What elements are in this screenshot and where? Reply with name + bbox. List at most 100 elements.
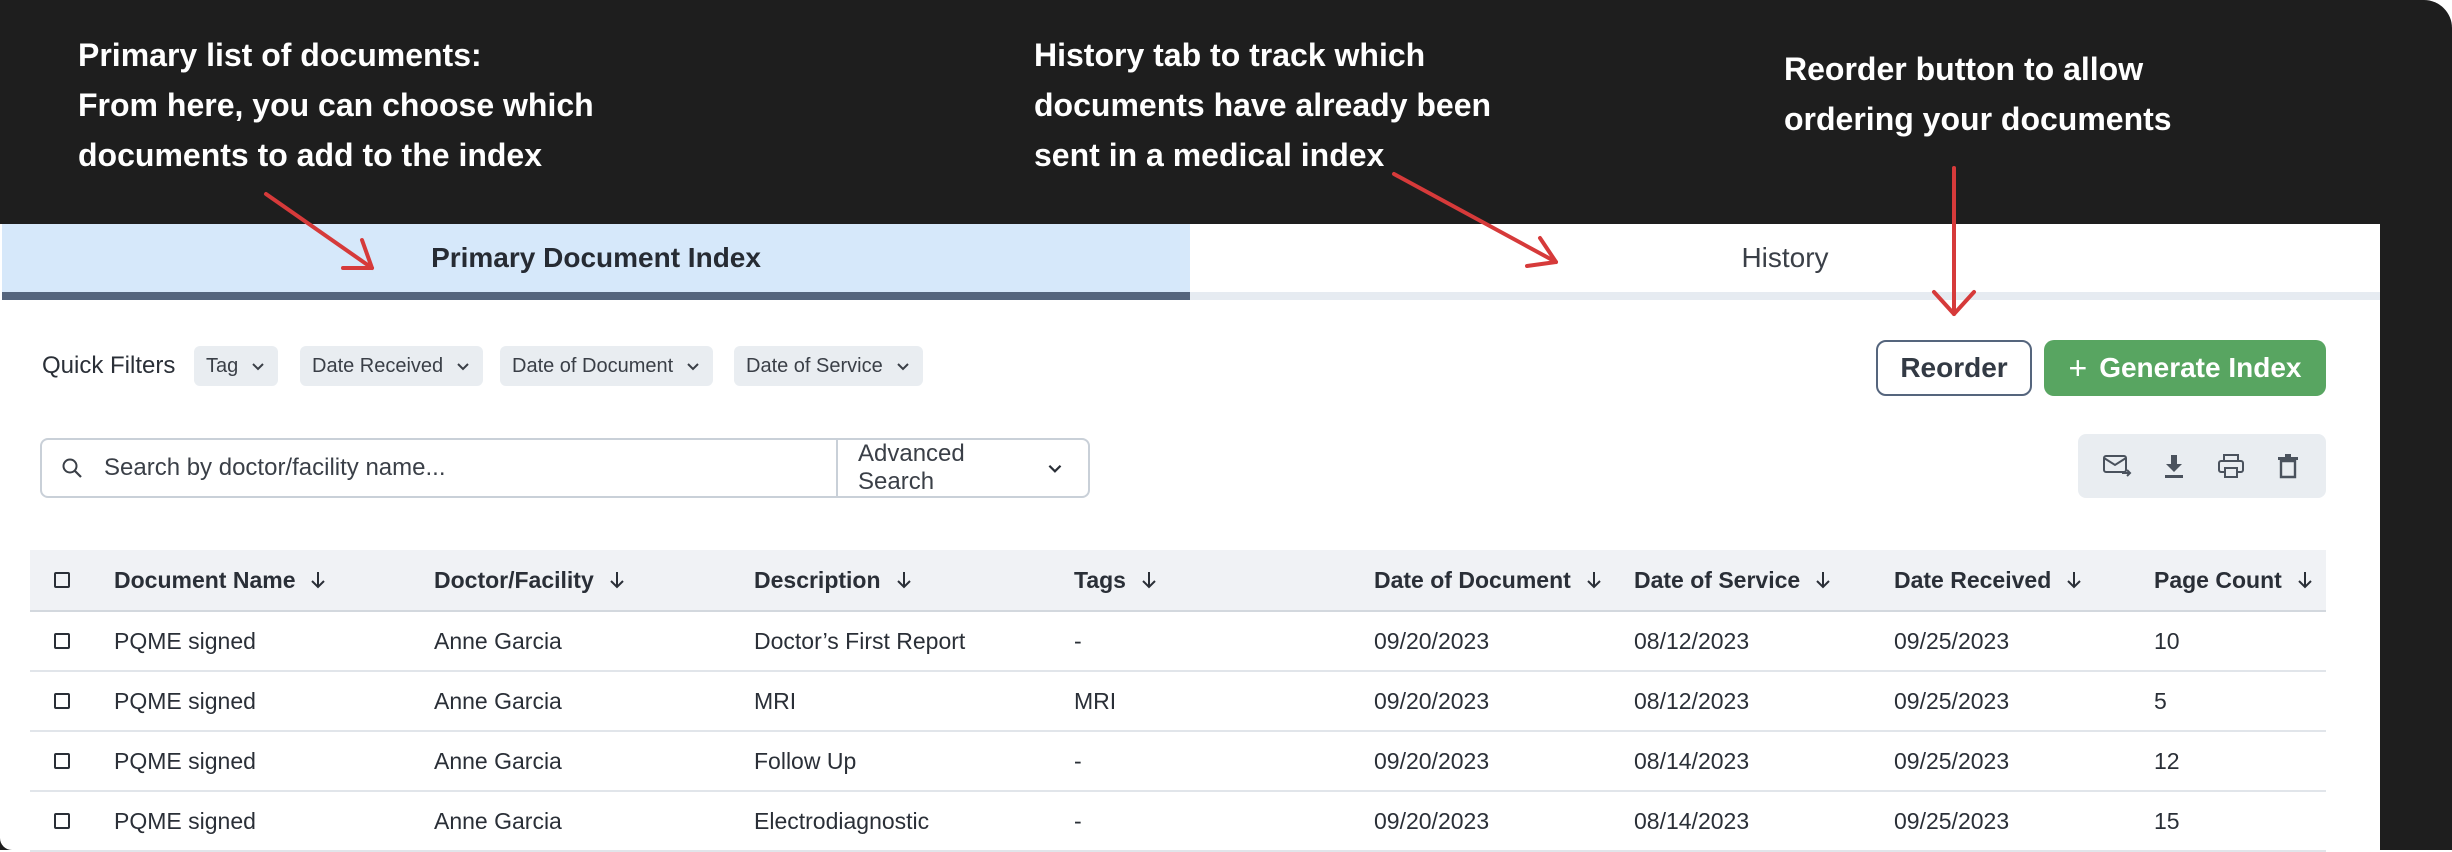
column-header-date-of-document[interactable]: Date of Document	[1374, 567, 1603, 594]
cell-date-of-document: 09/20/2023	[1374, 627, 1490, 654]
reorder-button-label: Reorder	[1900, 352, 2008, 383]
cell-description: Follow Up	[754, 747, 857, 774]
quick-filters-label: Quick Filters	[42, 352, 176, 379]
cell-tags: -	[1074, 747, 1082, 774]
chevron-down-icon	[457, 363, 469, 371]
tab-history-label: History	[1741, 242, 1829, 273]
cell-doctor-facility: Anne Garcia	[434, 747, 562, 774]
sort-arrow-icon	[311, 572, 326, 589]
annotation-primary-line-3: documents to add to the index	[78, 137, 543, 173]
cell-document-name: PQME signed	[114, 807, 256, 834]
cell-document-name: PQME signed	[114, 627, 256, 654]
cell-date-received: 09/25/2023	[1894, 627, 2010, 654]
email-forward-icon[interactable]	[2097, 446, 2137, 486]
annotation-history-line-1: History tab to track which	[1034, 37, 1426, 73]
sort-arrow-icon	[2067, 572, 2081, 589]
generate-index-button[interactable]: + Generate Index	[2044, 340, 2326, 396]
cell-document-name: PQME signed	[114, 747, 256, 774]
row-checkbox[interactable]	[54, 813, 70, 829]
select-all-checkbox[interactable]	[54, 572, 70, 588]
column-header-label: Page Count	[2154, 566, 2282, 593]
chevron-down-icon	[687, 363, 699, 371]
cell-date-received: 09/25/2023	[1894, 747, 2010, 774]
cell-date-of-service: 08/14/2023	[1634, 807, 1750, 834]
filter-chip-date-received[interactable]: Date Received	[300, 346, 484, 386]
search-icon	[42, 457, 102, 479]
table-row[interactable]: PQME signed Anne Garcia Follow Up - 09/2…	[30, 732, 2326, 792]
cell-page-count: 5	[2154, 687, 2167, 714]
cell-date-of-service: 08/12/2023	[1634, 687, 1750, 714]
annotation-primary: Primary list of documents: From here, yo…	[78, 30, 594, 180]
chevron-down-icon	[252, 363, 264, 371]
tab-primary-label: Primary Document Index	[431, 242, 761, 273]
row-checkbox[interactable]	[54, 753, 70, 769]
filter-chip-date-of-document[interactable]: Date of Document	[500, 346, 714, 386]
delete-icon[interactable]	[2268, 446, 2308, 486]
cell-date-of-service: 08/12/2023	[1634, 627, 1750, 654]
annotation-history: History tab to track which documents hav…	[1034, 30, 1491, 180]
column-header-doctor-facility[interactable]: Doctor/Facility	[434, 567, 626, 594]
chevron-down-icon	[897, 363, 909, 371]
sort-arrow-icon	[610, 572, 624, 589]
cell-page-count: 12	[2154, 747, 2180, 774]
table-row[interactable]: PQME signed Anne Garcia Electrodiagnosti…	[30, 792, 2326, 852]
column-header-description[interactable]: Description	[754, 567, 913, 594]
cell-doctor-facility: Anne Garcia	[434, 627, 562, 654]
tab-history[interactable]: History	[1190, 224, 2380, 300]
table-row[interactable]: PQME signed Anne Garcia MRI MRI 09/20/20…	[30, 672, 2326, 732]
cell-tags: MRI	[1074, 687, 1117, 714]
cell-doctor-facility: Anne Garcia	[434, 687, 562, 714]
chevron-down-icon	[1048, 464, 1062, 473]
filter-chip-date-of-service[interactable]: Date of Service	[734, 346, 923, 386]
table-row[interactable]: PQME signed Anne Garcia Doctor’s First R…	[30, 612, 2326, 672]
filter-chip-tag[interactable]: Tag	[194, 346, 279, 386]
cell-date-of-document: 09/20/2023	[1374, 687, 1490, 714]
cell-tags: -	[1074, 807, 1082, 834]
column-header-label: Document Name	[114, 566, 296, 593]
annotation-reorder: Reorder button to allow ordering your do…	[1784, 44, 2172, 144]
cell-page-count: 15	[2154, 807, 2180, 834]
annotation-primary-line-1: Primary list of documents:	[78, 37, 482, 73]
column-header-date-of-service[interactable]: Date of Service	[1634, 567, 1832, 594]
cell-date-received: 09/25/2023	[1894, 807, 2010, 834]
generate-index-label: Generate Index	[2099, 352, 2302, 383]
column-header-label: Doctor/Facility	[434, 566, 594, 593]
annotation-reorder-line-2: ordering your documents	[1784, 101, 2172, 137]
document-index-panel: Primary Document Index History Quick Fil…	[0, 224, 2380, 852]
download-icon[interactable]	[2154, 446, 2194, 486]
print-icon[interactable]	[2211, 446, 2251, 486]
column-header-document-name[interactable]: Document Name	[114, 567, 327, 594]
cell-doctor-facility: Anne Garcia	[434, 807, 562, 834]
cell-date-received: 09/25/2023	[1894, 687, 2010, 714]
annotation-history-line-2: documents have already been	[1034, 87, 1492, 123]
column-header-page-count[interactable]: Page Count	[2154, 567, 2314, 594]
column-header-label: Date of Document	[1374, 566, 1571, 593]
cell-document-name: PQME signed	[114, 687, 256, 714]
sort-arrow-icon	[1587, 572, 1601, 589]
document-actions-toolbar	[2078, 434, 2326, 498]
column-header-tags[interactable]: Tags	[1074, 567, 1158, 594]
cell-page-count: 10	[2154, 627, 2180, 654]
cell-date-of-service: 08/14/2023	[1634, 747, 1750, 774]
sort-arrow-icon	[2298, 572, 2312, 589]
search-input[interactable]	[102, 441, 836, 495]
annotation-reorder-line-1: Reorder button to allow	[1784, 51, 2144, 87]
cell-description: Electrodiagnostic	[754, 807, 930, 834]
reorder-button[interactable]: Reorder	[1876, 340, 2032, 396]
row-checkbox[interactable]	[54, 693, 70, 709]
cell-tags: -	[1074, 627, 1082, 654]
column-header-label: Date Received	[1894, 566, 2052, 593]
table-header-row: Document Name Doctor/Facility Descriptio…	[30, 550, 2326, 612]
column-header-label: Date of Service	[1634, 566, 1801, 593]
sort-arrow-icon	[1142, 572, 1156, 589]
filter-chip-label: Date Received	[312, 354, 444, 377]
sort-arrow-icon	[1816, 572, 1830, 589]
filter-chip-label: Date of Service	[746, 354, 883, 377]
row-checkbox[interactable]	[54, 633, 70, 649]
cell-description: Doctor’s First Report	[754, 627, 966, 654]
column-header-date-received[interactable]: Date Received	[1894, 567, 2083, 594]
plus-icon: +	[2068, 349, 2088, 386]
tab-primary-document-index[interactable]: Primary Document Index	[2, 224, 1190, 300]
advanced-search-dropdown[interactable]: Advanced Search	[836, 440, 1088, 496]
cell-date-of-document: 09/20/2023	[1374, 747, 1490, 774]
